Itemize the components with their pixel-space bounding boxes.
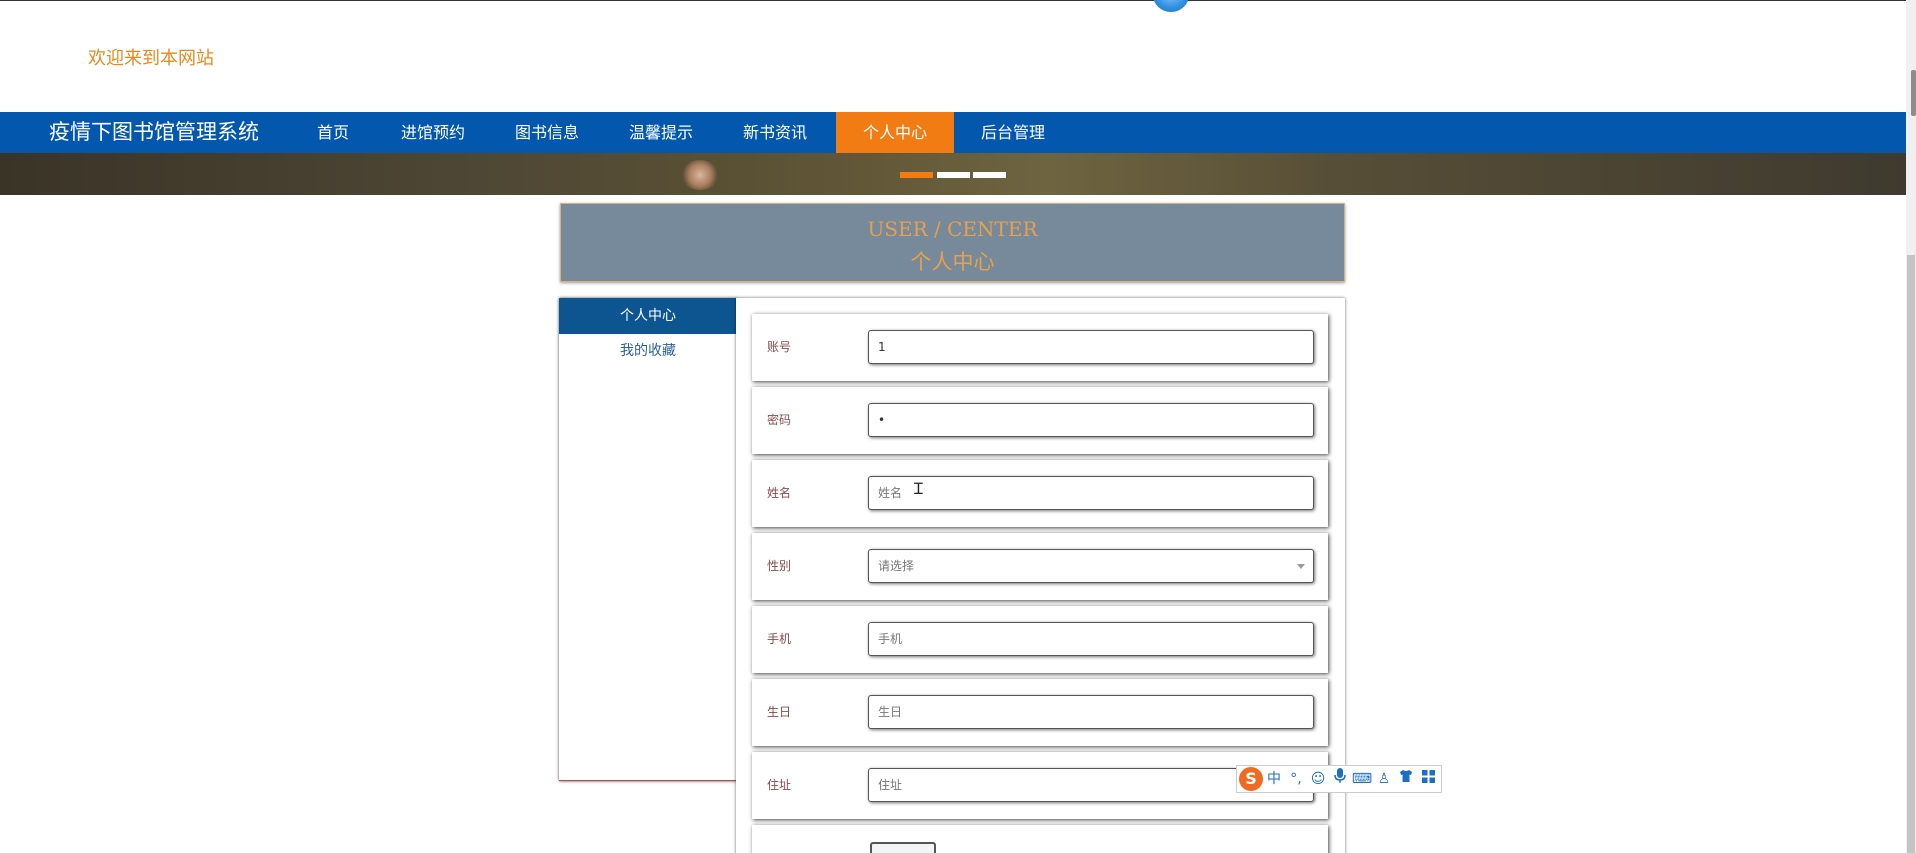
ime-toolbar: S 中 °, ☺ ⌨ ♙	[1236, 765, 1442, 793]
gender-select-value: 请选择	[878, 559, 915, 573]
keyboard-icon[interactable]: ⌨	[1351, 768, 1373, 790]
gender-label: 性别	[767, 559, 792, 573]
phone-label: 手机	[767, 632, 792, 646]
user-icon[interactable]: ♙	[1373, 768, 1395, 790]
chevron-down-icon	[1297, 564, 1305, 569]
microphone-icon[interactable]	[1329, 768, 1351, 790]
side-panel-handle[interactable]	[1911, 70, 1916, 116]
chinese-mode-icon[interactable]: 中	[1263, 768, 1285, 790]
form-row-birthday: 生日 生日	[752, 679, 1328, 746]
punctuation-icon[interactable]: °,	[1285, 768, 1307, 790]
birthday-input[interactable]: 生日	[868, 695, 1314, 729]
carousel-dot-2[interactable]	[937, 172, 970, 178]
form-row-phone: 手机 手机	[752, 606, 1328, 673]
account-label: 账号	[767, 340, 792, 354]
nav-reservation[interactable]: 进馆预约	[392, 112, 474, 153]
name-input[interactable]: 姓名	[868, 476, 1314, 510]
sidebar-item-favorites[interactable]: 我的收藏	[559, 333, 737, 369]
banner-image	[680, 160, 720, 190]
nav-new-books[interactable]: 新书资讯	[734, 112, 816, 153]
skin-icon[interactable]	[1395, 768, 1417, 790]
nav-home[interactable]: 首页	[301, 112, 365, 153]
text-cursor-icon: Ɪ	[914, 479, 923, 498]
main-navbar: 疫情下图书馆管理系统 首页 进馆预约 图书信息 温馨提示 新书资讯 个人中心 后…	[0, 112, 1906, 153]
page: 欢迎来到本网站 疫情下图书馆管理系统 首页 进馆预约 图书信息 温馨提示 新书资…	[0, 0, 1916, 853]
carousel-dot-3[interactable]	[973, 172, 1006, 178]
form-row-name: 姓名 姓名	[752, 460, 1328, 527]
name-label: 姓名	[767, 486, 792, 500]
section-title-en: USER / CENTER	[867, 217, 1038, 241]
nav-tips[interactable]: 温馨提示	[620, 112, 702, 153]
sogou-logo-icon[interactable]: S	[1239, 767, 1263, 791]
phone-input[interactable]: 手机	[868, 622, 1314, 656]
birthday-label: 生日	[767, 705, 792, 719]
welcome-text: 欢迎来到本网站	[88, 48, 214, 69]
section-title-box: USER / CENTER 个人中心	[560, 203, 1345, 282]
account-input[interactable]: 1	[868, 330, 1314, 364]
address-label: 住址	[767, 778, 792, 792]
nav-user-center[interactable]: 个人中心	[836, 112, 954, 153]
scrollbar-thumb[interactable]	[1907, 255, 1915, 853]
sidebar-item-user-center[interactable]: 个人中心	[559, 298, 737, 334]
nav-admin[interactable]: 后台管理	[972, 112, 1054, 153]
form-row-password: 密码 •	[752, 387, 1328, 454]
avatar-upload-image[interactable]	[870, 842, 936, 853]
carousel-dot-1[interactable]	[900, 172, 933, 178]
form-row-avatar	[752, 825, 1328, 853]
gender-select[interactable]: 请选择	[868, 549, 1314, 583]
form-row-gender: 性别 请选择	[752, 533, 1328, 600]
form-row-account: 账号 1	[752, 314, 1328, 381]
user-sidebar: 个人中心 我的收藏	[559, 298, 737, 781]
section-title-cn: 个人中心	[910, 250, 995, 274]
nav-book-info[interactable]: 图书信息	[506, 112, 588, 153]
site-brand[interactable]: 疫情下图书馆管理系统	[49, 112, 259, 153]
emoji-icon[interactable]: ☺	[1307, 768, 1329, 790]
grid-menu-icon[interactable]	[1417, 768, 1439, 790]
password-label: 密码	[767, 413, 792, 427]
top-border	[0, 0, 1906, 1]
password-input[interactable]: •	[868, 403, 1314, 437]
floating-ball-icon[interactable]	[1153, 0, 1189, 12]
